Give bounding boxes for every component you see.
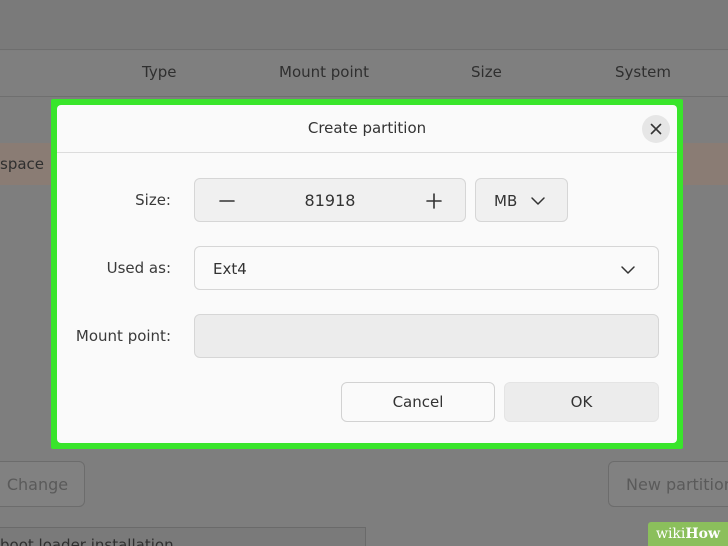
size-label: Size: (135, 191, 171, 209)
chevron-down-icon (621, 266, 635, 274)
close-icon (650, 123, 662, 135)
watermark-part1: wiki (655, 526, 686, 542)
new-partition-button-label: New partition (626, 474, 728, 494)
cancel-button-label: Cancel (392, 393, 444, 411)
dialog-header: Create partition (57, 105, 677, 153)
close-button[interactable] (642, 115, 670, 143)
decrease-size-button[interactable] (205, 179, 249, 223)
ok-button-label: OK (570, 393, 593, 411)
new-partition-button: New partition (608, 461, 728, 507)
column-header-system: System (615, 63, 671, 81)
used-as-label: Used as: (106, 259, 171, 277)
column-header-size: Size (471, 63, 502, 81)
chevron-down-icon (531, 197, 545, 205)
wikihow-watermark: wiki How (648, 522, 728, 546)
bootloader-label: boot loader installation (0, 536, 174, 546)
size-unit-value: MB (494, 192, 518, 210)
cancel-button[interactable]: Cancel (341, 382, 495, 422)
column-header-type: Type (142, 63, 177, 81)
column-header-mount-point: Mount point (279, 63, 370, 81)
used-as-value: Ext4 (213, 260, 247, 278)
change-button-label: Change (6, 474, 69, 494)
size-unit-dropdown[interactable]: MB (475, 178, 568, 222)
ok-button[interactable]: OK (504, 382, 659, 422)
used-as-dropdown[interactable]: Ext4 (194, 246, 659, 290)
change-button: Change (0, 461, 85, 507)
size-input[interactable]: 81918 (275, 191, 385, 210)
mount-point-label: Mount point: (75, 327, 171, 345)
plus-icon (426, 193, 442, 209)
table-row-label: space (0, 155, 45, 173)
dialog-title: Create partition (307, 119, 427, 137)
mount-point-input[interactable] (194, 314, 659, 358)
background-toolbar (0, 0, 728, 50)
watermark-part2: How (685, 526, 721, 542)
minus-icon (219, 200, 235, 202)
create-partition-dialog: Create partition Size: 81918 MB Used as:… (57, 105, 677, 443)
increase-size-button[interactable] (412, 179, 456, 223)
size-spinbox: 81918 (194, 178, 466, 222)
